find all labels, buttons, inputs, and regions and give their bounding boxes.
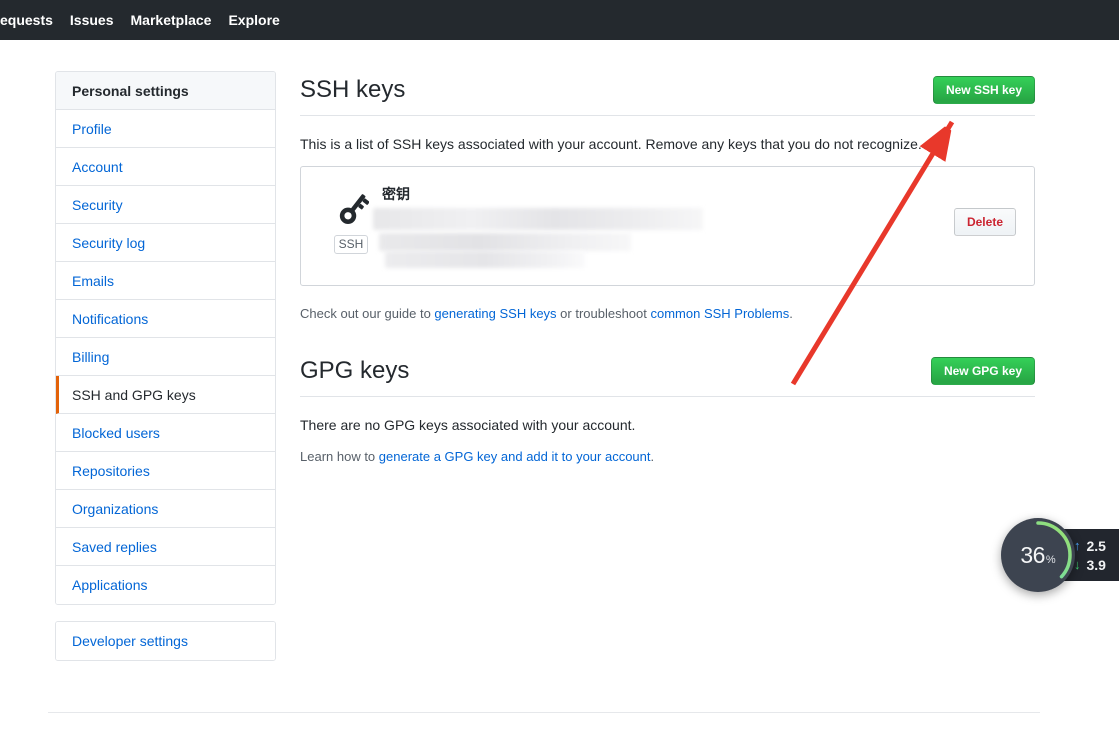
ssh-keys-title: SSH keys	[300, 76, 406, 103]
ssh-keys-description: This is a list of SSH keys associated wi…	[300, 135, 922, 152]
gpg-keys-title: GPG keys	[300, 356, 410, 384]
ssh-key-title: 密钥	[382, 185, 410, 202]
sidebar-item-notifications[interactable]: Notifications	[56, 300, 275, 338]
generating-ssh-keys-link[interactable]: generating SSH keys	[434, 306, 556, 321]
new-ssh-key-button[interactable]: New SSH key	[932, 76, 1035, 104]
ssh-help-suffix: .	[789, 305, 793, 321]
sidebar-header: Personal settings	[56, 72, 275, 110]
common-ssh-problems-link[interactable]: common SSH Problems	[651, 306, 790, 321]
generate-gpg-key-link[interactable]: generate a GPG key and add it to your ac…	[379, 449, 651, 464]
nav-item-issues[interactable]: Issues	[70, 12, 114, 28]
sidebar-item-organizations[interactable]: Organizations	[56, 490, 275, 528]
ssh-keys-header: SSH keys New SSH key	[300, 76, 1035, 116]
ssh-badge: SSH	[334, 234, 368, 254]
sidebar-item-applications[interactable]: Applications	[56, 566, 275, 604]
nav-item-explore[interactable]: Explore	[228, 12, 279, 28]
nav-item-marketplace[interactable]: Marketplace	[131, 12, 212, 28]
gpg-empty-text: There are no GPG keys associated with yo…	[300, 416, 636, 433]
new-gpg-key-button[interactable]: New GPG key	[930, 356, 1035, 385]
gpg-help-text: Learn how to generate a GPG key and add …	[300, 449, 1035, 464]
redacted-fingerprint	[373, 207, 703, 230]
developer-settings-menu: Developer settings	[55, 621, 276, 661]
ssh-help-prefix: Check out our guide to	[300, 305, 435, 321]
ssh-help-text: Check out our guide to generating SSH ke…	[300, 306, 1035, 321]
personal-settings-menu: Personal settings Profile Account Securi…	[55, 71, 276, 605]
gpg-help-prefix: Learn how to	[300, 448, 379, 464]
upload-row: ↑ 2.5	[1074, 538, 1119, 554]
download-row: ↓ 3.9	[1074, 557, 1119, 573]
footer-divider	[48, 712, 1040, 713]
settings-content: SSH keys New SSH key This is a list of S…	[300, 64, 1035, 464]
sidebar-item-security[interactable]: Security	[56, 186, 275, 224]
nav-item-pull-requests[interactable]: equests	[0, 12, 53, 28]
sidebar-item-billing[interactable]: Billing	[56, 338, 275, 376]
gpg-keys-header: GPG keys New GPG key	[300, 356, 1035, 397]
sidebar-item-blocked-users[interactable]: Blocked users	[56, 414, 275, 452]
sidebar-item-profile[interactable]: Profile	[56, 110, 275, 148]
sidebar-item-account[interactable]: Account	[56, 148, 275, 186]
sidebar-item-saved-replies[interactable]: Saved replies	[56, 528, 275, 566]
upload-value: 2.5	[1086, 537, 1106, 554]
sidebar-item-emails[interactable]: Emails	[56, 262, 275, 300]
ssh-key-card: SSH 密钥 Delete	[300, 165, 1035, 286]
sidebar-item-developer-settings[interactable]: Developer settings	[56, 622, 275, 660]
top-navbar: equests Issues Marketplace Explore	[0, 0, 1119, 40]
download-value: 3.9	[1086, 556, 1106, 573]
gpg-help-suffix: .	[650, 448, 655, 464]
sidebar-item-security-log[interactable]: Security log	[56, 224, 275, 262]
settings-sidebar: Personal settings Profile Account Securi…	[55, 71, 276, 661]
delete-key-button[interactable]: Delete	[953, 207, 1016, 236]
sidebar-item-repositories[interactable]: Repositories	[56, 452, 275, 490]
redacted-detail-line	[385, 250, 585, 268]
ssh-help-middle: or troubleshoot	[556, 305, 651, 321]
sidebar-item-ssh-and-gpg-keys[interactable]: SSH and GPG keys	[56, 376, 275, 414]
redacted-detail-line	[379, 232, 631, 251]
key-icon	[339, 193, 369, 224]
gauge-arc	[1004, 521, 1072, 589]
usage-gauge-widget[interactable]: 36 %	[1001, 518, 1075, 592]
